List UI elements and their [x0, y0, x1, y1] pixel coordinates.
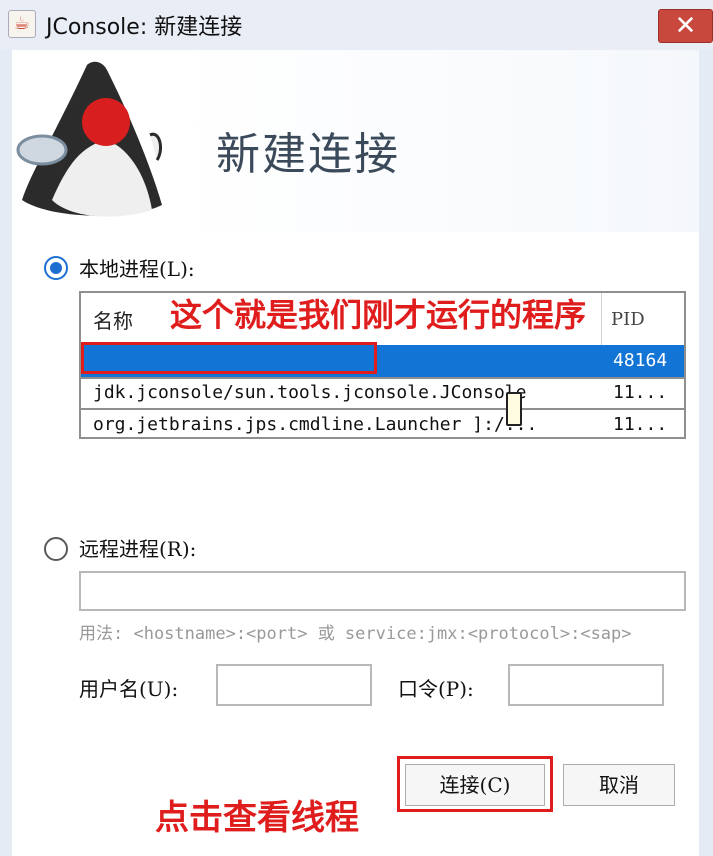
remote-process-label: 远程进程(R): — [79, 537, 197, 561]
remote-process-radio[interactable] — [44, 537, 68, 561]
password-input[interactable] — [508, 664, 664, 706]
process-pid: 48164 — [613, 350, 668, 371]
usage-hint: 用法: <hostname>:<port> 或 service:jmx:<pro… — [79, 624, 632, 644]
remote-address-input[interactable] — [79, 571, 686, 611]
window-title: JConsole: 新建连接 — [46, 15, 243, 40]
connect-annotation: 点击查看线程 — [155, 798, 359, 838]
selected-row-highlight-box — [81, 342, 377, 374]
window-frame-right — [699, 50, 713, 856]
table-row[interactable]: org.jetbrains.jps.cmdline.Launcher ]:/..… — [81, 409, 684, 441]
process-pid: 11... — [613, 414, 668, 435]
username-label: 用户名(U): — [79, 677, 179, 701]
duke-mascot-logo — [16, 61, 162, 217]
program-annotation: 这个就是我们刚才运行的程序 — [170, 296, 587, 334]
column-header-pid[interactable]: PID — [611, 309, 645, 330]
password-label: 口令(P): — [398, 677, 474, 701]
process-name: org.jetbrains.jps.cmdline.Launcher ]:/..… — [93, 414, 538, 435]
process-pid: 11... — [613, 382, 668, 403]
close-button[interactable]: ✕ — [658, 9, 713, 43]
java-coffee-icon: ☕ — [8, 10, 36, 38]
connect-highlight-box — [397, 756, 553, 812]
local-process-label: 本地进程(L): — [79, 257, 195, 281]
table-row[interactable]: jdk.jconsole/sun.tools.jconsole.JConsole… — [81, 377, 684, 409]
cancel-button[interactable]: 取消 — [563, 764, 675, 806]
username-input[interactable] — [216, 664, 372, 706]
banner-title: 新建连接 — [216, 129, 400, 180]
process-name: jdk.jconsole/sun.tools.jconsole.JConsole — [93, 382, 527, 403]
local-process-radio[interactable] — [44, 256, 68, 280]
column-divider[interactable] — [601, 293, 602, 345]
column-header-name[interactable]: 名称 — [93, 305, 133, 334]
tooltip-popup — [506, 392, 522, 426]
window-frame-left — [0, 50, 12, 856]
